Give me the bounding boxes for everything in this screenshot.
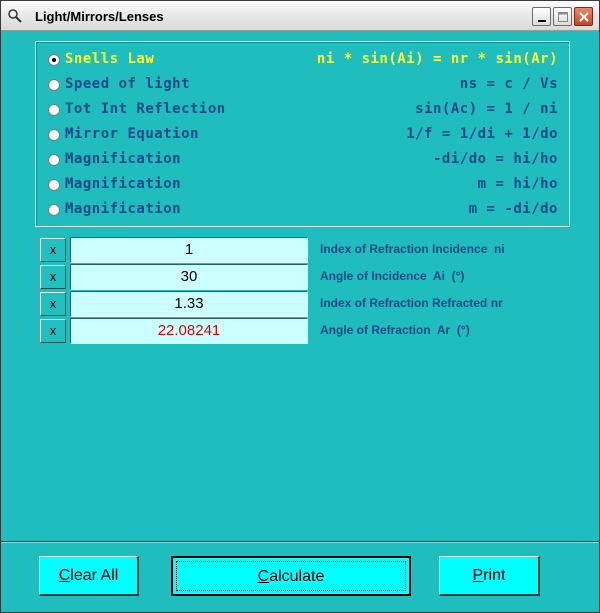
ni-label: Index of Refraction Incidence ni (320, 242, 505, 256)
option-formula: m = hi/ho (477, 176, 558, 192)
clear-nr-button[interactable]: x (40, 292, 66, 316)
option-magnification-3[interactable]: Magnification m = -di/do (48, 200, 558, 220)
radio-icon[interactable] (48, 204, 60, 216)
option-label: Magnification (65, 151, 182, 167)
input-row-ar: x 22.08241 Angle of Refraction Ar (°) (40, 318, 560, 344)
ar-result-field[interactable]: 22.08241 (70, 318, 308, 344)
option-magnification-1[interactable]: Magnification -di/do = hi/ho (48, 150, 558, 170)
title-bar[interactable]: Light/Mirrors/Lenses (1, 1, 599, 31)
ni-input[interactable]: 1 (70, 237, 308, 263)
option-label: Mirror Equation (65, 126, 199, 142)
print-mnemonic: P (472, 567, 484, 584)
magnifier-icon (7, 8, 23, 24)
option-formula: ni * sin(Ai) = nr * sin(Ar) (316, 51, 558, 67)
option-label: Magnification (65, 201, 182, 217)
option-label: Tot Int Reflection (65, 101, 226, 117)
calculate-button[interactable]: Calculate (171, 556, 411, 596)
print-button[interactable]: Print (439, 556, 540, 596)
option-formula: -di/do = hi/ho (432, 151, 558, 167)
calculate-label: alculate (269, 568, 325, 585)
formula-options-group: Snells Law ni * sin(Ai) = nr * sin(Ar) S… (35, 41, 570, 227)
clear-all-mnemonic: C (58, 567, 71, 584)
input-row-ai: x 30 Angle of Incidence Ai (°) (40, 264, 560, 290)
option-magnification-2[interactable]: Magnification m = hi/ho (48, 175, 558, 195)
clear-all-label: lear All (70, 567, 119, 584)
ar-label: Angle of Refraction Ar (°) (320, 323, 470, 337)
option-label: Magnification (65, 176, 182, 192)
calculate-mnemonic: C (257, 568, 270, 585)
input-row-ni: x 1 Index of Refraction Incidence ni (40, 237, 560, 263)
option-formula: m = -di/do (468, 201, 558, 217)
clear-ar-button[interactable]: x (40, 319, 66, 343)
minimize-button[interactable] (532, 7, 551, 26)
radio-icon[interactable] (48, 104, 60, 116)
nr-input[interactable]: 1.33 (70, 291, 308, 317)
nr-label: Index of Refraction Refracted nr (320, 296, 503, 310)
radio-icon[interactable] (48, 79, 60, 91)
input-row-nr: x 1.33 Index of Refraction Refracted nr (40, 291, 560, 317)
print-label: rint (483, 567, 506, 584)
maximize-button[interactable] (553, 7, 572, 26)
clear-ni-button[interactable]: x (40, 238, 66, 262)
ai-label: Angle of Incidence Ai (°) (320, 269, 465, 283)
radio-icon[interactable] (48, 179, 60, 191)
option-label: Speed of light (65, 76, 191, 92)
option-formula: 1/f = 1/di + 1/do (406, 126, 558, 142)
close-button[interactable] (574, 7, 593, 26)
option-snells-law[interactable]: Snells Law ni * sin(Ai) = nr * sin(Ar) (48, 50, 558, 70)
option-label: Snells Law (65, 51, 155, 67)
ai-input[interactable]: 30 (70, 264, 308, 290)
app-window: Light/Mirrors/Lenses Snells Law ni * sin… (0, 0, 600, 613)
option-mirror-equation[interactable]: Mirror Equation 1/f = 1/di + 1/do (48, 125, 558, 145)
option-speed-of-light[interactable]: Speed of light ns = c / Vs (48, 75, 558, 95)
option-formula: sin(Ac) = 1 / ni (415, 101, 558, 117)
radio-selected-icon[interactable] (48, 54, 60, 66)
divider (1, 541, 599, 543)
option-total-internal-reflection[interactable]: Tot Int Reflection sin(Ac) = 1 / ni (48, 100, 558, 120)
clear-ai-button[interactable]: x (40, 265, 66, 289)
radio-icon[interactable] (48, 129, 60, 141)
clear-all-button[interactable]: Clear All (39, 556, 139, 596)
window-title: Light/Mirrors/Lenses (35, 9, 164, 24)
option-formula: ns = c / Vs (459, 76, 558, 92)
radio-icon[interactable] (48, 154, 60, 166)
